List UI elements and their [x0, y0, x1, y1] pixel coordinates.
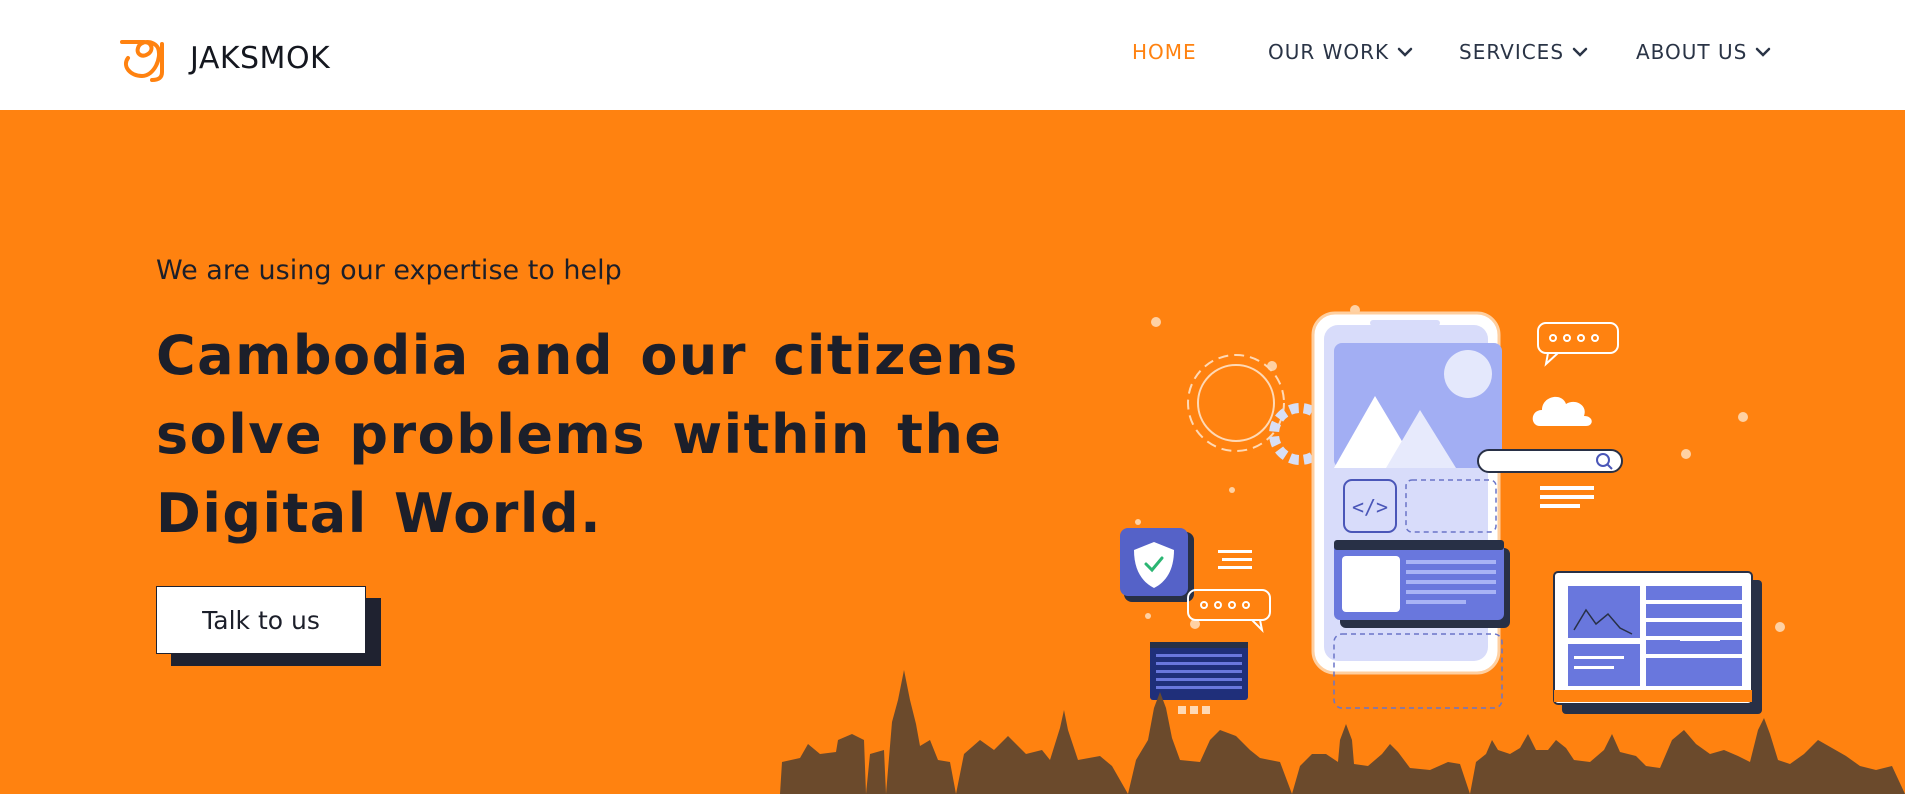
shield-check-icon	[1120, 528, 1194, 602]
nav-label: SERVICES	[1459, 40, 1565, 64]
chat-bubble-icon	[1537, 322, 1619, 367]
main-nav: HOME OUR WORK SERVICES ABOUT US	[0, 40, 1905, 70]
chevron-down-icon	[1397, 47, 1413, 57]
svg-text:</>: </>	[1352, 495, 1388, 519]
nav-home[interactable]: HOME	[1132, 40, 1197, 64]
hero-eyebrow: We are using our expertise to help	[156, 255, 622, 286]
hero-headline: Cambodia and our citizens solve problems…	[156, 324, 1019, 545]
phone-illustration: </>	[1311, 311, 1510, 709]
search-icon	[1477, 449, 1623, 473]
chevron-down-icon	[1756, 47, 1771, 57]
nav-about-us[interactable]: ABOUT US	[1636, 40, 1771, 64]
site-header: JAKSMOK HOME OUR WORK SERVICES ABOUT US	[0, 0, 1905, 110]
text-lines-icon	[1218, 550, 1252, 569]
nav-label: ABOUT US	[1636, 40, 1748, 64]
chat-bubble-icon	[1187, 589, 1271, 634]
nav-label: HOME	[1132, 40, 1197, 64]
nav-our-work[interactable]: OUR WORK	[1268, 40, 1413, 64]
talk-to-us-button[interactable]: Talk to us	[156, 586, 366, 654]
nav-label: OUR WORK	[1268, 40, 1390, 64]
cloud-icon	[1532, 396, 1592, 426]
hero-section: We are using our expertise to help Cambo…	[0, 110, 1905, 794]
nav-services[interactable]: SERVICES	[1459, 40, 1588, 64]
cambodia-skyline-illustration	[780, 670, 1905, 794]
text-lines-icon	[1540, 486, 1594, 508]
chevron-down-icon	[1572, 47, 1588, 57]
